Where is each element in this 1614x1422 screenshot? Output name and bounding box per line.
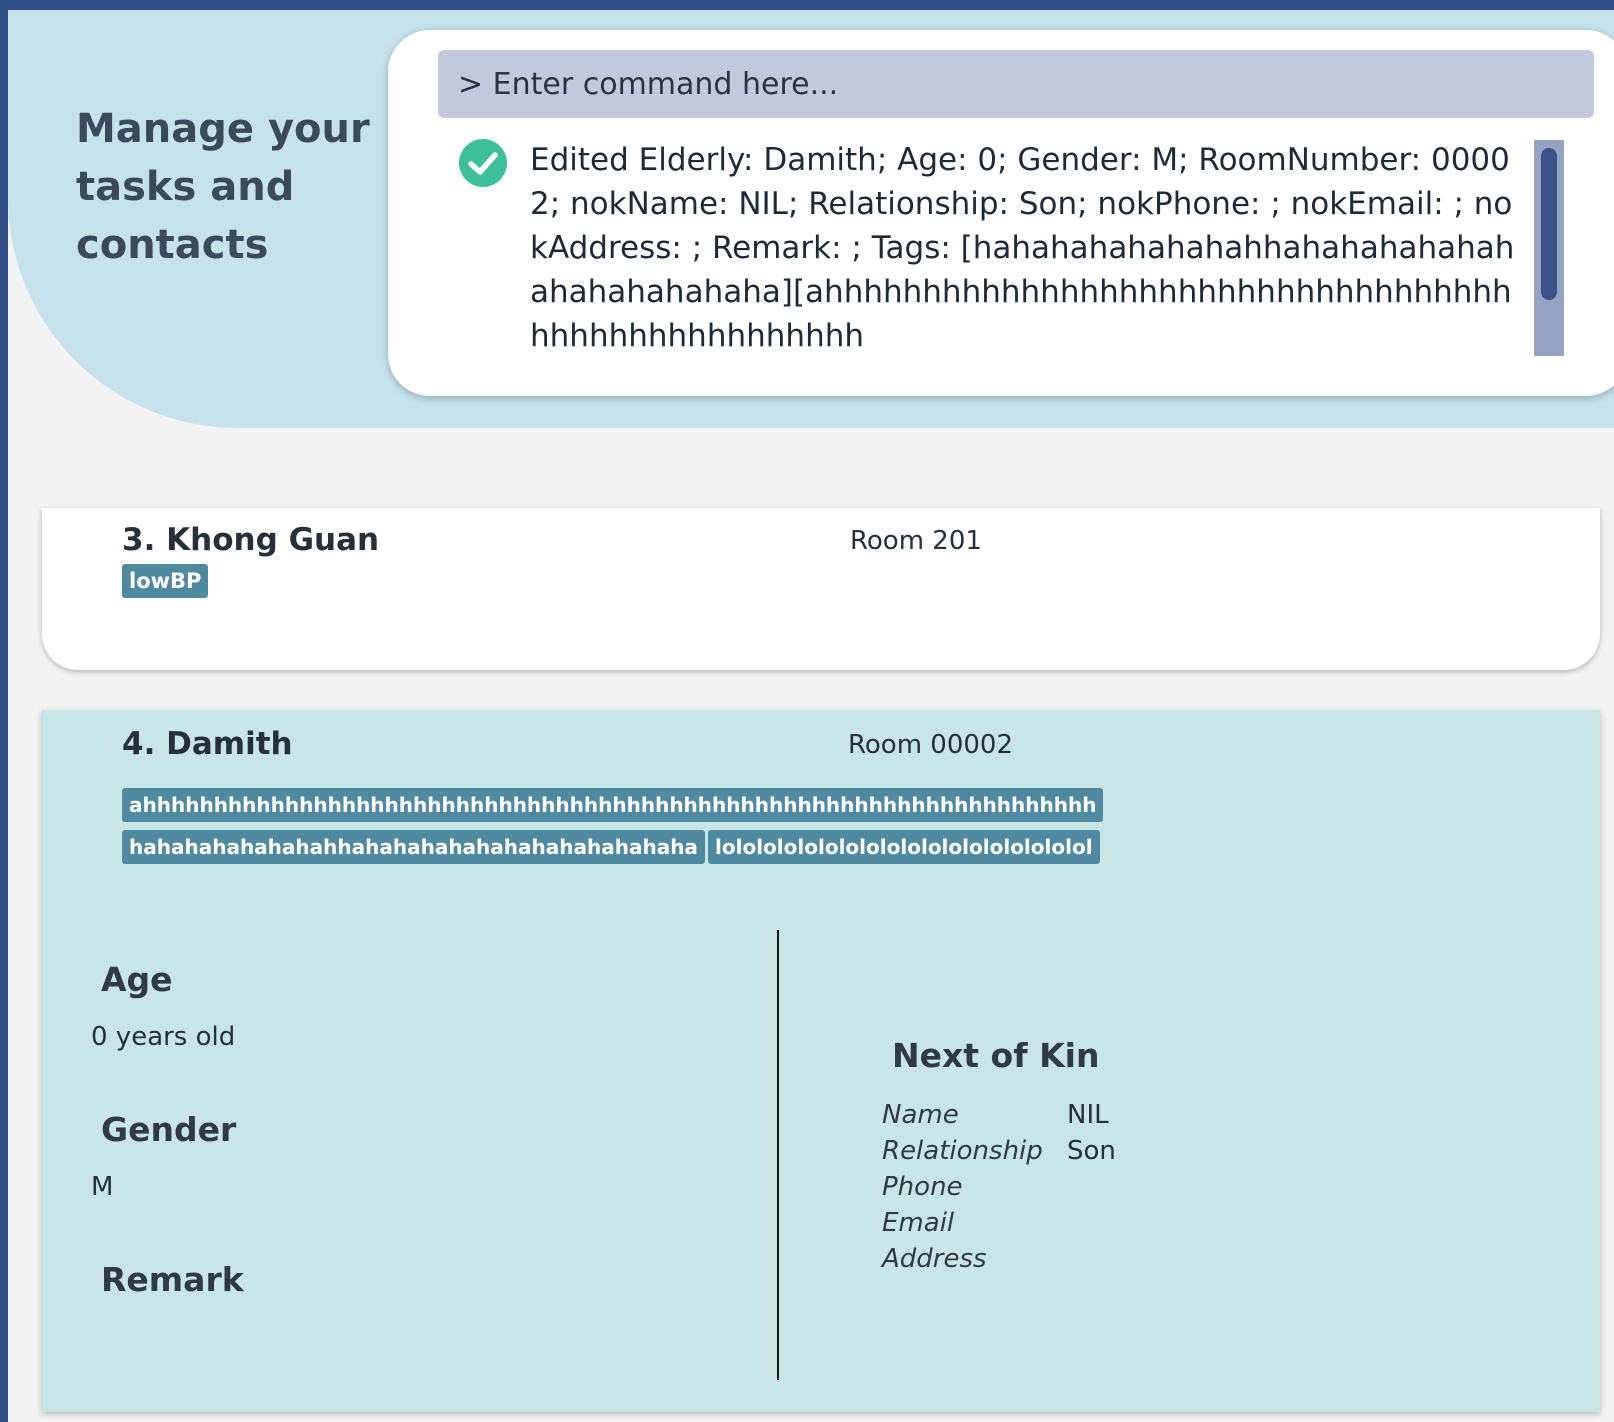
nok-phone-label: Phone <box>882 1172 963 1202</box>
next-of-kin-title: Next of Kin <box>892 1036 1100 1075</box>
command-result-text: Edited Elderly: Damith; Age: 0; Gender: … <box>530 142 1515 354</box>
window-frame-top <box>0 0 1614 10</box>
details-divider <box>777 930 779 1380</box>
window-frame-left <box>0 0 8 1422</box>
elderly-card[interactable]: 3. Khong Guan Room 201 lowBP <box>42 508 1600 670</box>
app-tagline: Manage your tasks and contacts <box>76 106 370 268</box>
result-scrollbar[interactable] <box>1534 140 1564 356</box>
nok-relationship-label: Relationship <box>882 1136 1043 1166</box>
elderly-room: Room 201 <box>850 526 982 556</box>
remark-label: Remark <box>101 1260 244 1299</box>
command-panel: Edited Elderly: Damith; Age: 0; Gender: … <box>388 30 1614 396</box>
gender-value: M <box>91 1172 114 1202</box>
check-circle-icon <box>459 139 507 187</box>
tag-badge: hahahahahahahahhahahahahahahahahahahahah… <box>122 830 705 864</box>
tag-badge: lowBP <box>122 564 209 598</box>
result-scrollbar-thumb[interactable] <box>1541 148 1557 300</box>
nok-name-value: NIL <box>1067 1100 1109 1130</box>
tag-badge: lolololololololololololololololololol <box>708 830 1100 864</box>
age-value: 0 years old <box>91 1022 236 1052</box>
command-input[interactable] <box>438 50 1594 118</box>
elderly-card-selected[interactable]: 4. Damith Room 00002 ahhhhhhhhhhhhhhhhhh… <box>42 710 1600 1412</box>
nok-name-label: Name <box>882 1100 959 1130</box>
nok-relationship-value: Son <box>1067 1136 1116 1166</box>
elderly-room: Room 00002 <box>848 730 1014 760</box>
tag-badge: ahhhhhhhhhhhhhhhhhhhhhhhhhhhhhhhhhhhhhhh… <box>122 788 1104 822</box>
elderly-name: 4. Damith <box>122 726 293 762</box>
gender-label: Gender <box>101 1110 237 1149</box>
elderly-name: 3. Khong Guan <box>122 522 380 558</box>
nok-address-label: Address <box>882 1244 987 1274</box>
age-label: Age <box>101 960 173 999</box>
nok-email-label: Email <box>882 1208 955 1238</box>
